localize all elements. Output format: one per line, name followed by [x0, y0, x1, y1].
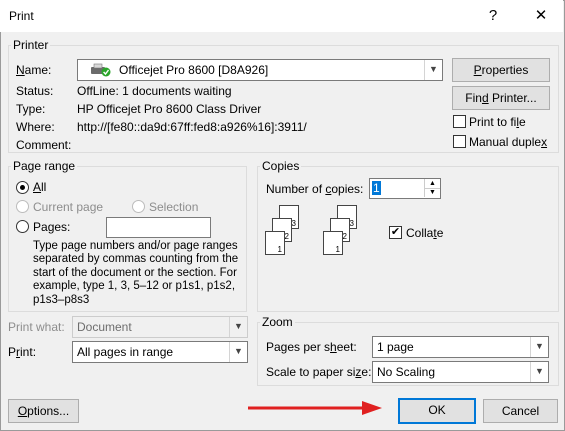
page-range-help-text: Type page numbers and/or page ranges sep… [33, 240, 239, 306]
options-button[interactable]: Options... [8, 399, 79, 423]
where-label: Where: [16, 120, 55, 134]
chevron-down-icon[interactable]: ▼ [229, 317, 247, 337]
print-what-value: Document [77, 320, 132, 334]
comment-label: Comment: [16, 138, 72, 152]
status-label: Status: [16, 84, 54, 98]
printer-name-value: Officejet Pro 8600 [D8A926] [119, 63, 269, 77]
copies-group-title: Copies [260, 159, 302, 173]
pages-per-sheet-label: Pages per sheet: [266, 340, 357, 354]
type-label: Type: [16, 102, 46, 116]
number-of-copies-label: Number of copies: [266, 182, 364, 196]
spin-down-icon[interactable]: ▼ [424, 188, 440, 197]
print-to-file-label: Print to file [469, 115, 526, 129]
print-what-label: Print what: [8, 320, 65, 334]
printer-name-select[interactable]: Officejet Pro 8600 [D8A926] ▼ [77, 59, 443, 81]
close-button[interactable]: ✕ [531, 6, 551, 26]
pages-input[interactable] [106, 217, 211, 238]
type-value: HP Officejet Pro 8600 Class Driver [77, 102, 262, 116]
copies-value: 1 [372, 181, 381, 195]
chevron-down-icon[interactable]: ▼ [530, 337, 548, 357]
ok-button[interactable]: OK [398, 398, 476, 424]
help-button[interactable]: ? [483, 6, 503, 26]
scale-select[interactable]: No Scaling ▼ [372, 361, 549, 383]
print-value: All pages in range [77, 345, 174, 359]
red-arrow-annotation [248, 401, 382, 415]
manual-duplex-label: Manual duplex [469, 135, 548, 149]
find-printer-button[interactable]: Find Printer... [452, 86, 550, 110]
print-label: Print: [8, 345, 37, 359]
chevron-down-icon[interactable]: ▼ [530, 362, 548, 382]
current-page-label: Current page [33, 200, 104, 214]
chevron-down-icon[interactable]: ▼ [424, 60, 442, 80]
manual-duplex-checkbox[interactable] [453, 135, 466, 148]
collate-checkbox[interactable]: ✔ [389, 226, 402, 239]
scale-value: No Scaling [377, 365, 436, 379]
where-value: http://[fe80::da9d:67ff:fed8:a926%16]:39… [77, 120, 307, 134]
print-select[interactable]: All pages in range ▼ [72, 341, 248, 363]
all-radio[interactable] [16, 181, 29, 194]
printer-status-icon [90, 63, 112, 77]
pages-radio[interactable] [16, 220, 29, 233]
collate-illustration: 3 2 1 3 2 1 [262, 202, 382, 262]
collate-label: Collate [406, 226, 444, 240]
copies-spinner[interactable]: 1 ▲ ▼ [369, 178, 441, 199]
selection-label: Selection [149, 200, 199, 214]
zoom-group-title: Zoom [260, 315, 295, 329]
all-label: All [33, 180, 47, 194]
cancel-button[interactable]: Cancel [483, 399, 558, 423]
selection-radio[interactable] [132, 200, 145, 213]
title-bar: Print ? ✕ [0, 0, 563, 32]
page-range-group-title: Page range [11, 159, 78, 173]
window-title: Print [9, 9, 34, 23]
pages-per-sheet-select[interactable]: 1 page ▼ [372, 336, 549, 358]
current-page-radio[interactable] [16, 200, 29, 213]
printer-group-title: Printer [11, 38, 51, 52]
print-to-file-checkbox[interactable] [453, 115, 466, 128]
scale-label: Scale to paper size: [266, 365, 372, 379]
pages-per-sheet-value: 1 page [377, 340, 414, 354]
print-what-select[interactable]: Document ▼ [72, 316, 248, 338]
name-label: Name: [16, 63, 52, 77]
status-value: OffLine: 1 documents waiting [77, 84, 232, 98]
chevron-down-icon[interactable]: ▼ [229, 342, 247, 362]
properties-button[interactable]: Properties [452, 58, 550, 82]
pages-label: Pages: [33, 220, 71, 234]
